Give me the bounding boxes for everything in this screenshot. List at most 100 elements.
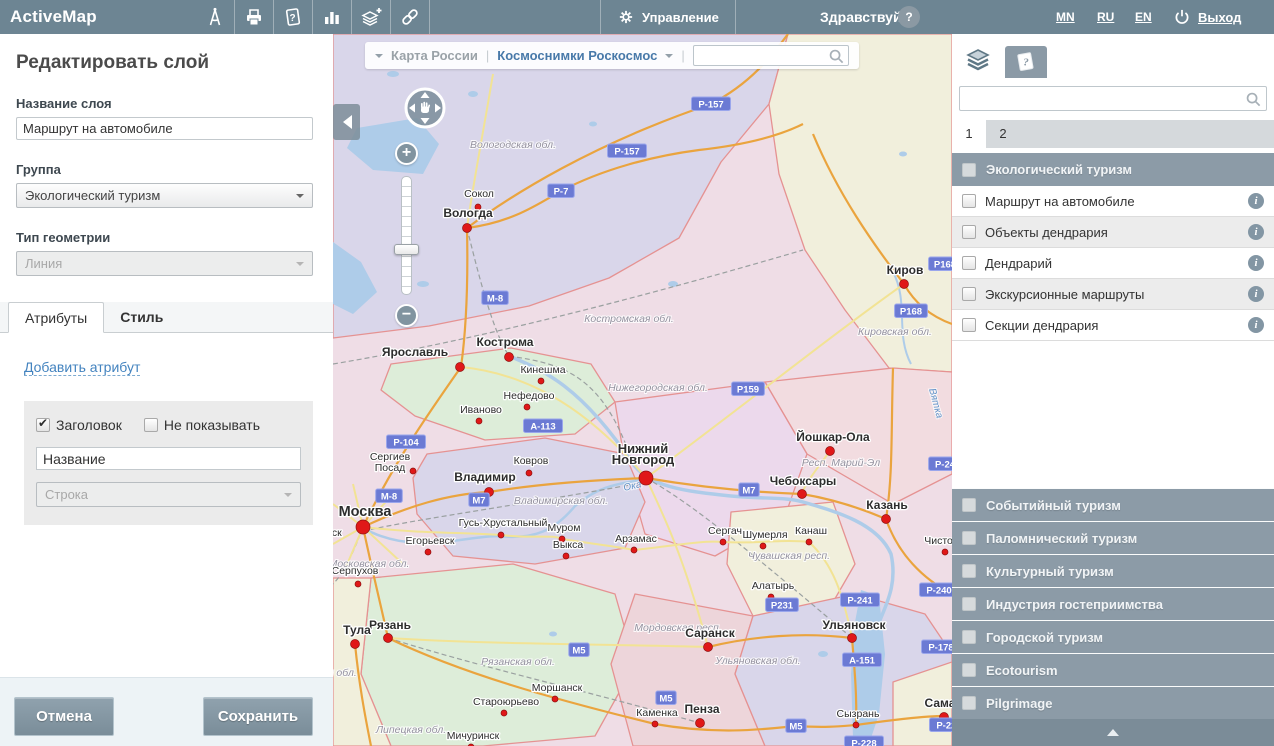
add-layer-icon[interactable] — [352, 0, 391, 34]
region-label: Нижегородская обл. — [608, 382, 708, 394]
management-button[interactable]: Управление — [600, 0, 736, 34]
map-pan-control[interactable] — [403, 86, 447, 130]
logout-button[interactable]: Выход — [1172, 0, 1241, 34]
tab-legend[interactable]: ? — [1005, 46, 1047, 78]
group-checkbox[interactable] — [962, 663, 976, 677]
cancel-button[interactable]: Отмена — [14, 697, 114, 736]
map-search-input[interactable] — [694, 46, 848, 65]
layer-group-header[interactable]: Экологический туризм — [952, 153, 1274, 186]
layer-row[interactable]: Объекты дендрарияi — [952, 217, 1274, 248]
attribute-name-input[interactable] — [36, 447, 301, 470]
layer-info-icon[interactable]: i — [1248, 255, 1264, 271]
print-icon[interactable] — [235, 0, 274, 34]
hide-checkbox-label: Не показывать — [164, 417, 260, 433]
layer-label: Маршрут на автомобиле — [985, 194, 1248, 209]
geometry-type-select: Линия — [16, 251, 313, 276]
layer-row[interactable]: Экскурсионные маршрутыi — [952, 279, 1274, 310]
city-label: Рязань — [369, 618, 411, 632]
measure-icon[interactable] — [196, 0, 235, 34]
group-checkbox[interactable] — [962, 531, 976, 545]
region-label: Вологодская обл. — [470, 139, 556, 151]
save-button[interactable]: Сохранить — [203, 697, 313, 736]
chevron-left-icon — [336, 115, 352, 129]
language-en[interactable]: EN — [1135, 10, 1152, 24]
tab-style[interactable]: Стиль — [104, 302, 179, 332]
layer-group-header[interactable]: Культурный туризм — [952, 554, 1274, 587]
base-map-link[interactable]: Карта России — [391, 48, 478, 63]
city-label: Киров — [887, 263, 924, 277]
layer-checkbox[interactable] — [962, 194, 976, 208]
layer-checkbox[interactable] — [962, 256, 976, 270]
layer-checkbox[interactable] — [962, 318, 976, 332]
group-select[interactable]: Экологический туризм — [16, 183, 313, 208]
region-label: Кировская обл. — [858, 326, 932, 338]
map-search-box — [693, 45, 849, 66]
city-dot — [720, 539, 726, 545]
road-badge: Р168 — [929, 257, 952, 271]
layer-info-icon[interactable]: i — [1248, 193, 1264, 209]
layer-row[interactable]: Дендрарийi — [952, 248, 1274, 279]
edit-layer-panel: Редактировать слой Название слоя Группа … — [0, 34, 333, 746]
city-dot — [425, 549, 431, 555]
layer-group-header[interactable]: Паломнический туризм — [952, 521, 1274, 554]
add-attribute-link[interactable]: Добавить атрибут — [24, 359, 140, 376]
collapse-panel-button[interactable] — [333, 104, 360, 140]
page-1-tab[interactable]: 1 — [952, 120, 986, 148]
svg-text:?: ? — [289, 13, 295, 24]
layer-group-header[interactable]: Событийный туризм — [952, 488, 1274, 521]
layer-group-header[interactable]: Индустрия гостеприимства — [952, 587, 1274, 620]
group-checkbox[interactable] — [962, 498, 976, 512]
road-badge: Р-241 — [841, 593, 880, 607]
layer-info-icon[interactable]: i — [1248, 317, 1264, 333]
layer-group-header[interactable]: Городской туризм — [952, 620, 1274, 653]
group-checkbox[interactable] — [962, 564, 976, 578]
layer-info-icon[interactable]: i — [1248, 286, 1264, 302]
layer-group-header[interactable]: Ecotourism — [952, 653, 1274, 686]
page-2-tab[interactable]: 2 — [986, 120, 1020, 148]
help-badge[interactable]: ? — [898, 6, 920, 28]
city-label: Чистополь — [924, 535, 952, 547]
road-badge: Р159 — [732, 382, 765, 396]
language-mn[interactable]: MN — [1056, 10, 1075, 24]
hide-checkbox[interactable] — [144, 418, 158, 432]
help-icon[interactable]: ? — [274, 0, 313, 34]
group-label: Ecotourism — [986, 663, 1058, 678]
group-checkbox[interactable] — [962, 630, 976, 644]
group-checkbox[interactable] — [962, 163, 976, 177]
layers-search-input[interactable] — [959, 86, 1267, 111]
zoom-in-button[interactable]: + — [395, 142, 418, 165]
tab-attributes[interactable]: Атрибуты — [8, 302, 104, 333]
chevron-down-icon[interactable] — [665, 54, 673, 62]
layer-checkbox[interactable] — [962, 287, 976, 301]
zoom-out-button[interactable]: − — [395, 304, 418, 327]
city-dot — [704, 643, 713, 652]
zoom-slider-handle[interactable] — [394, 244, 419, 255]
svg-text:М7: М7 — [472, 496, 485, 507]
language-ru[interactable]: RU — [1097, 10, 1114, 24]
layer-row[interactable]: Маршрут на автомобилеi — [952, 186, 1274, 217]
city-dot — [639, 471, 653, 485]
top-header: ActiveMap ? — [0, 0, 1274, 34]
layer-group-header[interactable]: Pilgrimage — [952, 686, 1274, 719]
zoom-slider-track[interactable] — [401, 176, 412, 295]
group-checkbox[interactable] — [962, 597, 976, 611]
active-map-link[interactable]: Космоснимки Роскосмос — [497, 48, 657, 63]
map-canvas[interactable]: Вологодская обл.Костромская обл.Кировска… — [333, 34, 952, 746]
layer-row[interactable]: Секции дендрарияi — [952, 310, 1274, 341]
panel-collapse-footer[interactable] — [952, 719, 1274, 746]
panel-footer: Отмена Сохранить — [0, 677, 333, 746]
road-badge: М5 — [786, 719, 806, 733]
region-label: Владимирская обл. — [514, 495, 608, 507]
layer-info-icon[interactable]: i — [1248, 224, 1264, 240]
group-checkbox[interactable] — [962, 696, 976, 710]
tab-layers[interactable] — [954, 41, 1001, 78]
layer-checkbox[interactable] — [962, 225, 976, 239]
layer-label: Объекты дендрария — [985, 225, 1248, 240]
layer-name-input[interactable] — [16, 117, 313, 140]
chevron-down-icon[interactable] — [375, 54, 383, 62]
city-dot — [696, 719, 705, 728]
svg-text:М5: М5 — [659, 694, 673, 705]
link-icon[interactable] — [391, 0, 430, 34]
header-checkbox[interactable] — [36, 418, 50, 432]
stats-icon[interactable] — [313, 0, 352, 34]
